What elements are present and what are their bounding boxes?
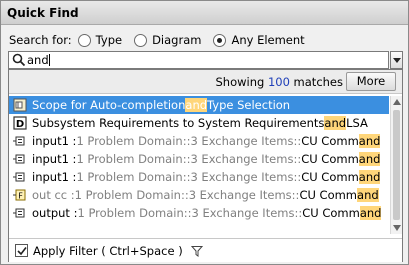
results-scrollbar[interactable] <box>390 96 402 234</box>
search-input-value: and <box>27 53 49 67</box>
scroll-down-icon[interactable] <box>393 225 401 231</box>
result-text: CU Comm <box>301 152 359 166</box>
history-dropdown-button[interactable] <box>390 51 403 69</box>
port-icon <box>13 154 25 164</box>
search-icon <box>12 53 26 67</box>
checkmark-icon <box>17 247 27 256</box>
text-caret <box>48 54 50 66</box>
match-highlight: and <box>358 170 381 184</box>
result-row[interactable]: output : 1 Problem Domain::3 Exchange It… <box>9 204 389 222</box>
result-text: CU Comm <box>299 188 358 202</box>
showing-matches-text: Showing 100 matches <box>215 75 343 89</box>
apply-filter-checkbox[interactable] <box>15 244 28 257</box>
apply-filter-label[interactable]: Apply Filter ( Ctrl+Space ) <box>33 244 183 258</box>
result-text: output : <box>32 206 78 220</box>
chevron-down-icon <box>392 57 401 63</box>
match-highlight: and <box>324 116 347 130</box>
scrollbar-thumb[interactable] <box>393 110 400 220</box>
result-row[interactable]: input1 : 1 Problem Domain::3 Exchange It… <box>9 168 389 186</box>
filter-bar: Apply Filter ( Ctrl+Space ) <box>9 238 402 262</box>
svg-text:F: F <box>18 192 23 201</box>
result-text: 1 Problem Domain::3 Exchange Items:: <box>77 206 303 220</box>
funnel-icon[interactable] <box>190 245 203 257</box>
match-count: 100 <box>267 75 290 89</box>
result-row[interactable]: input1 : 1 Problem Domain::3 Exchange It… <box>9 150 389 168</box>
result-row[interactable]: Scope for Auto-completion and Type Selec… <box>9 96 389 114</box>
port-icon <box>13 208 25 218</box>
search-input[interactable]: and <box>8 51 389 69</box>
scroll-up-icon[interactable] <box>393 99 401 105</box>
radio-diagram-label: Diagram <box>152 33 202 47</box>
radio-diagram[interactable]: Diagram <box>134 33 201 47</box>
result-text: input1 : <box>32 170 77 184</box>
result-text: out cc : <box>32 188 75 202</box>
match-highlight: and <box>359 206 382 220</box>
radio-any-element-label: Any Element <box>231 33 305 47</box>
result-text: CU Comm <box>301 134 359 148</box>
radio-type[interactable]: Type <box>77 33 123 47</box>
search-for-label: Search for: <box>9 33 72 47</box>
result-row[interactable]: input1 : 1 Problem Domain::3 Exchange It… <box>9 132 389 150</box>
showing-prefix: Showing <box>215 75 268 89</box>
match-highlight: and <box>357 188 379 202</box>
svg-text:D: D <box>16 119 24 130</box>
search-for-group: Search for: Type Diagram Any Element <box>9 32 317 48</box>
result-text: Scope for Auto-completion <box>32 98 186 112</box>
result-text: input1 : <box>32 134 77 148</box>
results-popup: Showing 100 matches More Scope for Auto-… <box>8 69 403 262</box>
result-text: Subsystem Requirements to System Require… <box>32 116 325 130</box>
radio-type-circle[interactable] <box>77 33 91 47</box>
results-header: Showing 100 matches More <box>9 70 402 94</box>
match-highlight: and <box>358 134 381 148</box>
result-text: 1 Problem Domain::3 Exchange Items:: <box>76 134 302 148</box>
result-text: input1 : <box>32 152 77 166</box>
results-list: Scope for Auto-completion and Type Selec… <box>9 96 389 234</box>
quick-find-window: Quick Find Search for: Type Diagram Any … <box>0 0 409 265</box>
result-row[interactable]: D Subsystem Requirements to System Requir… <box>9 114 389 132</box>
result-text: 1 Problem Domain::3 Exchange Items:: <box>76 170 302 184</box>
port-icon <box>13 136 25 146</box>
result-text: LSA <box>346 116 368 130</box>
result-row[interactable]: Fout cc : 1 Problem Domain::3 Exchange I… <box>9 186 389 204</box>
flow-f-icon: F <box>13 189 26 201</box>
match-highlight: and <box>358 152 381 166</box>
radio-any-element-circle[interactable] <box>213 33 227 47</box>
diagram-d-icon: D <box>13 116 27 130</box>
port-icon <box>13 172 25 182</box>
radio-type-label: Type <box>95 33 123 47</box>
radio-any-element[interactable]: Any Element <box>213 33 305 47</box>
result-text: 1 Problem Domain::3 Exchange Items:: <box>74 188 300 202</box>
showing-suffix: matches <box>289 75 343 89</box>
match-highlight: and <box>185 98 208 112</box>
radio-diagram-circle[interactable] <box>134 33 148 47</box>
result-text: 1 Problem Domain::3 Exchange Items:: <box>76 152 302 166</box>
result-text: CU Comm <box>302 206 360 220</box>
scope-icon <box>13 98 27 112</box>
window-title: Quick Find <box>1 1 408 25</box>
result-text: CU Comm <box>301 170 359 184</box>
result-text: Type Selection <box>207 98 291 112</box>
more-button[interactable]: More <box>346 72 396 91</box>
